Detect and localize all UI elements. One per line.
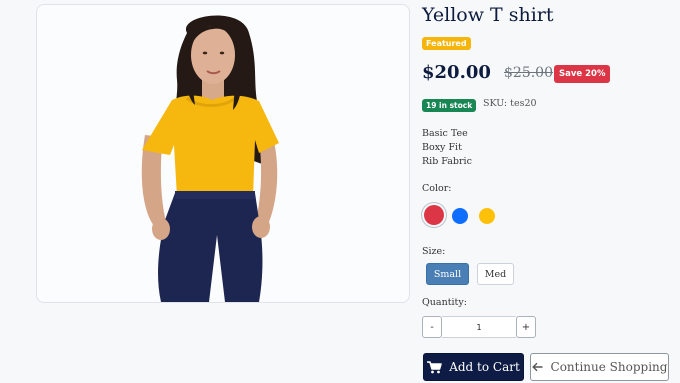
feature-list: Basic Tee Boxy Fit Rib Fabric bbox=[422, 127, 472, 169]
quantity-increment-button[interactable]: + bbox=[516, 316, 536, 338]
color-swatch-red[interactable] bbox=[424, 205, 444, 225]
quantity-decrement-button[interactable]: - bbox=[422, 316, 442, 338]
size-button-med[interactable]: Med bbox=[477, 263, 514, 285]
sku-text: SKU: tes20 bbox=[483, 98, 537, 109]
feature-item: Rib Fabric bbox=[422, 156, 472, 167]
add-to-cart-button[interactable]: Add to Cart bbox=[423, 353, 524, 381]
continue-shopping-button[interactable]: Continue Shopping bbox=[530, 353, 669, 381]
continue-shopping-label: Continue Shopping bbox=[550, 360, 668, 374]
color-swatch-blue[interactable] bbox=[452, 208, 468, 224]
feature-item: Boxy Fit bbox=[422, 142, 462, 153]
product-image bbox=[141, 15, 279, 302]
size-button-small[interactable]: Small bbox=[426, 263, 469, 285]
featured-badge: Featured bbox=[422, 37, 471, 50]
current-price: $20.00 bbox=[422, 62, 491, 83]
original-price: $25.00 bbox=[504, 65, 553, 81]
cart-icon bbox=[427, 360, 442, 373]
quantity-label: Quantity: bbox=[422, 297, 467, 308]
arrow-left-icon bbox=[531, 362, 543, 372]
product-image-card bbox=[36, 4, 410, 303]
color-swatch-yellow[interactable] bbox=[479, 208, 495, 224]
color-label: Color: bbox=[422, 183, 452, 194]
product-page: Yellow T shirt Featured $20.00 $25.00 Sa… bbox=[0, 0, 680, 383]
feature-item: Basic Tee bbox=[422, 128, 468, 139]
add-to-cart-label: Add to Cart bbox=[449, 360, 520, 374]
size-label: Size: bbox=[422, 246, 446, 257]
stock-badge: 19 in stock bbox=[422, 99, 477, 112]
product-title: Yellow T shirt bbox=[422, 4, 554, 26]
quantity-input[interactable] bbox=[442, 316, 516, 338]
save-badge: Save 20% bbox=[554, 65, 611, 83]
